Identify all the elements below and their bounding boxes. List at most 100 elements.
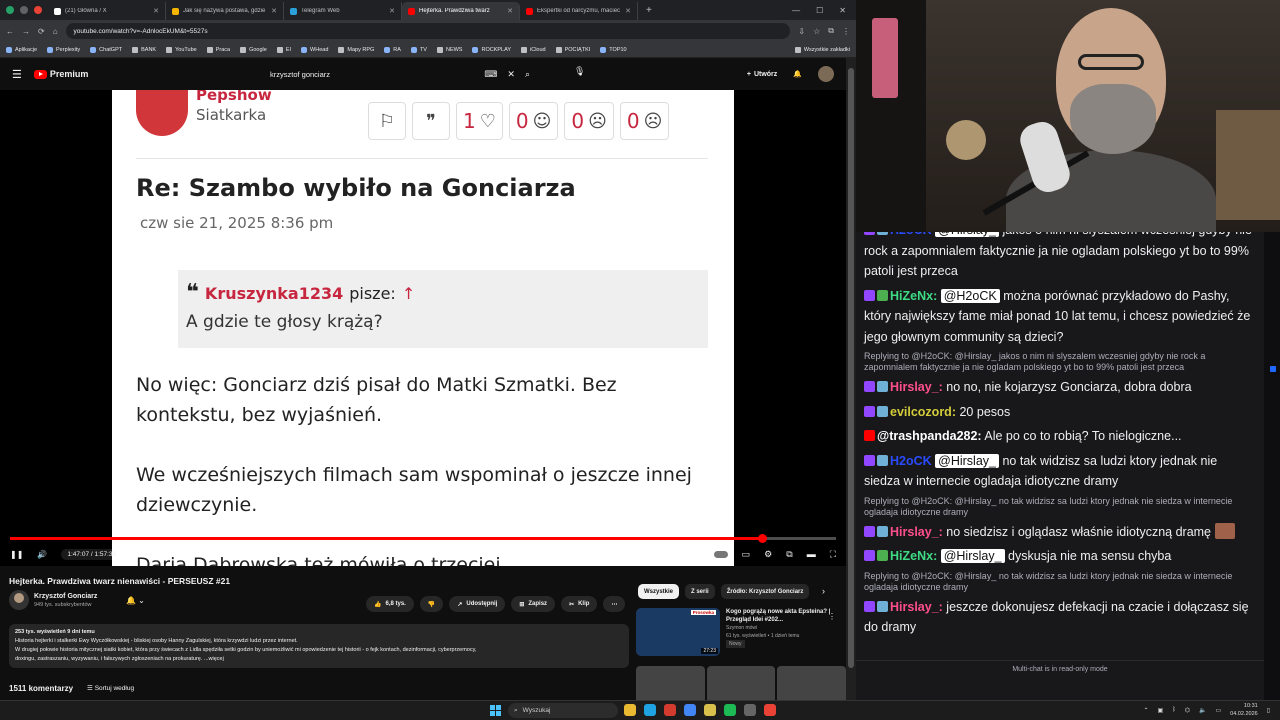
pinned-tab-icon[interactable] [34, 6, 42, 14]
volume-icon[interactable]: 🔊 [37, 550, 47, 559]
bookmark-item[interactable]: TOP10 [600, 46, 627, 53]
subtitles-icon[interactable]: ▭ [742, 549, 751, 560]
chat-username[interactable]: Hirslay_: [890, 525, 943, 539]
chat-username[interactable]: Hirslay_: [890, 600, 943, 614]
tab-close-icon[interactable]: ✕ [389, 7, 395, 15]
tab-search-icon[interactable] [20, 6, 28, 14]
thumbnail[interactable] [636, 666, 705, 700]
notifications-icon[interactable]: ▯ [1267, 707, 1270, 714]
bookmark-item[interactable]: ChatGPT [90, 46, 122, 53]
sort-button[interactable]: ☰ Sortuj według [87, 684, 134, 693]
download-icon[interactable] [744, 704, 756, 716]
taskbar-clock[interactable]: 10:31 04.02.2026 [1230, 702, 1258, 718]
chevron-right-icon[interactable]: › [822, 586, 825, 596]
bookmark-item[interactable]: WHead [301, 46, 328, 53]
clear-search-icon[interactable]: ✕ [507, 69, 515, 80]
search-icon[interactable]: ⌕ [525, 69, 530, 80]
autoplay-toggle[interactable] [713, 550, 728, 558]
keyboard-icon[interactable]: ⌨ [484, 69, 497, 80]
progress-scrubber[interactable] [757, 534, 767, 543]
bookmark-item[interactable]: POCIĄTKI [555, 46, 590, 53]
share-button[interactable]: ↗ Udostępnij [449, 596, 506, 612]
reload-icon[interactable]: ⟳ [38, 27, 45, 36]
file-explorer-icon[interactable] [624, 704, 636, 716]
tray-chevron-icon[interactable]: ⌃ [1143, 707, 1148, 714]
browser-tab[interactable]: Jak się nazywa postawa, gdzie ✕ [166, 2, 284, 20]
settings-gear-icon[interactable]: ⚙ [764, 549, 772, 560]
close-window-icon[interactable]: ✕ [839, 6, 846, 15]
bookmark-item[interactable]: Praca [206, 46, 230, 53]
tab-close-icon[interactable]: ✕ [153, 7, 159, 15]
bookmark-item[interactable]: NEWS [436, 46, 462, 53]
scrollbar-thumb[interactable] [848, 68, 854, 668]
chat-mention[interactable]: @Hirslay_ [935, 453, 999, 468]
home-icon[interactable]: ⌂ [53, 27, 58, 36]
notifications-bell-icon[interactable]: 🔔 [793, 70, 802, 78]
channel-info[interactable]: Krzysztof Gonciarz 949 tys. subskrybentó… [9, 590, 97, 610]
video-description[interactable]: 253 tys. wyświetleń 9 dni temu Historia … [9, 624, 629, 668]
account-avatar[interactable] [818, 66, 834, 82]
windows-start-icon[interactable] [490, 705, 501, 716]
next-recommendations-thumbnails[interactable] [636, 666, 847, 700]
filter-chip[interactable]: Z serii [685, 584, 715, 599]
video-player[interactable]: Pepshow Siatkarka ⚐ ❞ 1 ♡ 0 ☺ 0 ☹ 0 ☹ Re: Sz… [0, 90, 846, 566]
filter-chip[interactable]: Źródło: Krzysztof Gonciarz [720, 584, 810, 599]
tab-close-icon[interactable]: ✕ [625, 7, 631, 15]
profile-icon[interactable] [6, 6, 14, 14]
chrome-icon[interactable] [684, 704, 696, 716]
menu-dots-icon[interactable]: ⋮ [842, 27, 850, 36]
video-progress-bar[interactable] [10, 534, 836, 543]
create-button[interactable]: + Utwórz [747, 71, 777, 78]
bookmark-item[interactable]: TV [410, 46, 427, 53]
subscription-bell-icon[interactable]: 🔔 ⌄ [126, 596, 145, 605]
pause-icon[interactable]: ❚❚ [10, 550, 23, 559]
chat-username[interactable]: HiZeNx: [890, 289, 937, 303]
like-button[interactable]: 👍 6,8 tys. [366, 596, 414, 612]
bookmark-item[interactable]: Perplexity [47, 46, 80, 53]
maximize-icon[interactable]: ☐ [816, 6, 823, 15]
more-actions-button[interactable]: ⋯ [603, 596, 626, 612]
install-icon[interactable]: ⇩ [798, 27, 805, 36]
twitch-tray-icon[interactable]: ▣ [1157, 707, 1163, 714]
youtube-logo[interactable]: Premium [33, 69, 88, 79]
back-icon[interactable]: ← [6, 27, 14, 36]
browser-tab[interactable]: (21) Główna / X ✕ [48, 2, 166, 20]
chat-username[interactable]: H2oCK [890, 454, 932, 468]
thumbnail[interactable] [777, 666, 847, 700]
bookmark-item[interactable]: EI [276, 46, 291, 53]
network-icon[interactable]: ⌬ [1185, 707, 1190, 714]
bookmark-star-icon[interactable]: ☆ [813, 27, 820, 36]
edge-icon[interactable] [644, 704, 656, 716]
recommended-video[interactable]: Prosowka 27:23 Kogo pogrążą nowe akta Ep… [636, 608, 846, 656]
bookmark-item[interactable]: Google [240, 46, 267, 53]
chat-username[interactable]: Hirslay_: [890, 380, 943, 394]
chat-username[interactable]: @trashpanda282: [877, 429, 982, 443]
browser-tab[interactable]: Telegram Web ✕ [284, 2, 402, 20]
recommended-channel[interactable]: Szymon mówi [726, 624, 846, 632]
bookmark-item[interactable]: YouTube [166, 46, 197, 53]
theater-mode-icon[interactable]: ▬ [807, 549, 816, 559]
dislike-button[interactable]: 👎 [419, 596, 444, 612]
tab-close-icon[interactable]: ✕ [507, 7, 513, 15]
volume-tray-icon[interactable]: 🔈 [1199, 707, 1206, 714]
bookmark-item[interactable]: ROCKPLAY [472, 46, 511, 53]
fullscreen-icon[interactable]: ⛶ [830, 549, 836, 560]
battery-icon[interactable]: ▭ [1215, 707, 1221, 714]
thumbnail[interactable] [706, 666, 776, 700]
minimize-icon[interactable]: — [792, 6, 800, 15]
filter-chip[interactable]: Wszystkie [638, 584, 680, 599]
app-icon[interactable] [664, 704, 676, 716]
browser-tab[interactable]: Ekspertki od narcyzmu, maciec ✕ [520, 2, 638, 20]
url-input[interactable]: youtube.com/watch?v=-AdnlocEkUM&t=5527s [65, 23, 791, 39]
search-input[interactable]: krzysztof gonciarz ⌨ ✕ ⌕ [264, 64, 536, 84]
extension-icon[interactable]: ⧉ [828, 26, 834, 36]
taskbar-search[interactable]: ⌕ Wyszukaj [508, 703, 618, 718]
chat-username[interactable]: evilcozord: [890, 405, 956, 419]
page-scrollbar[interactable] [846, 58, 856, 700]
bookmark-item[interactable]: Mapy RPG [338, 46, 374, 53]
tab-close-icon[interactable]: ✕ [271, 7, 277, 15]
microphone-icon[interactable]: 🎙 [574, 66, 585, 77]
bookmark-item[interactable]: iCloud [521, 46, 546, 53]
chrome-alt-icon[interactable] [764, 704, 776, 716]
bluetooth-icon[interactable]: ᛒ [1172, 707, 1176, 713]
